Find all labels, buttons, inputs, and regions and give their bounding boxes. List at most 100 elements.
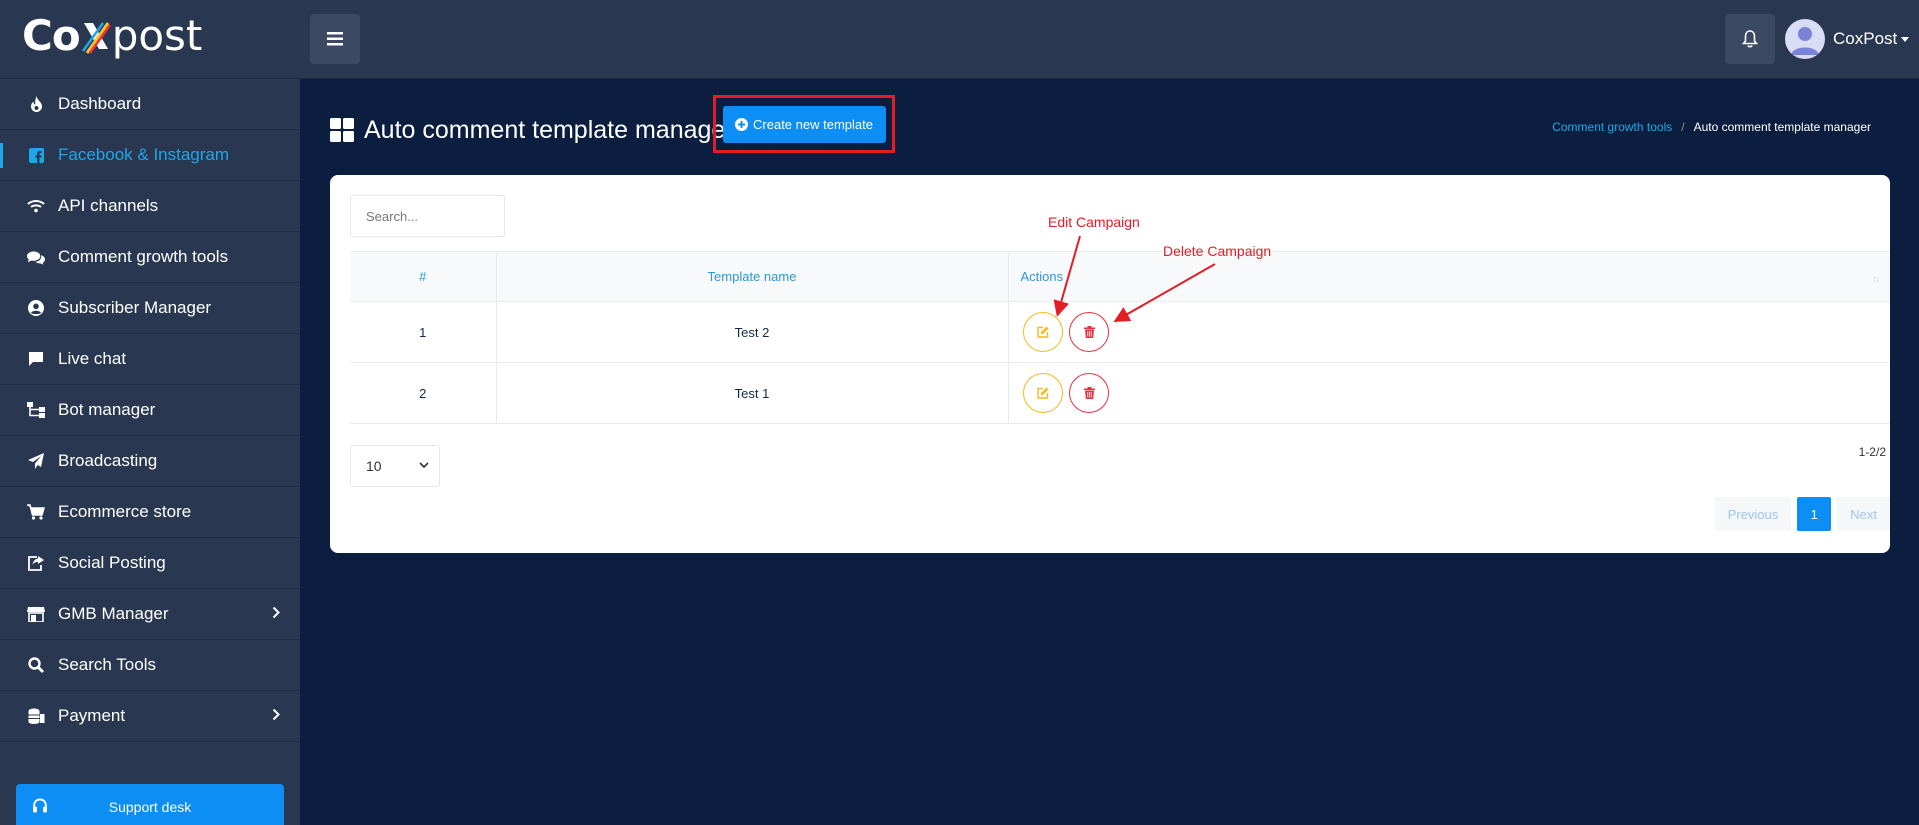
sidebar-item-facebook-instagram[interactable]: Facebook & Instagram [0, 130, 300, 181]
notifications-button[interactable] [1725, 14, 1775, 64]
annotation-edit-campaign: Edit Campaign [1048, 214, 1140, 230]
sidebar-item-label: Live chat [58, 349, 127, 368]
breadcrumb-link-comment-growth-tools[interactable]: Comment growth tools [1552, 120, 1672, 134]
chevron-right-icon [272, 606, 280, 619]
store-icon [27, 605, 45, 623]
sidebar-item-api-channels[interactable]: API channels [0, 181, 300, 232]
sidebar-item-ecommerce-store[interactable]: Ecommerce store [0, 487, 300, 538]
logo-text-left: Co [22, 10, 81, 60]
sidebar-item-subscriber-manager[interactable]: Subscriber Manager [0, 283, 300, 334]
sidebar-item-live-chat[interactable]: Live chat [0, 334, 300, 385]
edit-button[interactable] [1022, 312, 1063, 352]
column-header-index[interactable]: # [350, 251, 497, 302]
sidebar-item-payment[interactable]: Payment [0, 691, 300, 742]
hamburger-icon [327, 32, 343, 46]
sidebar-item-label: Social Posting [58, 553, 166, 572]
comments-icon [27, 248, 45, 266]
column-header-template-name[interactable]: Template name [496, 251, 1009, 302]
row-index: 2 [350, 362, 497, 424]
menu-toggle-button[interactable] [310, 14, 360, 64]
column-header-actions[interactable]: Actions ↑↓ [1008, 251, 1890, 302]
facebook-icon [27, 146, 45, 164]
templates-table: # Template name Actions ↑↓ 1 Test 2 2 Te… [350, 251, 1890, 424]
breadcrumb-separator: / [1681, 120, 1685, 134]
annotation-delete-campaign: Delete Campaign [1163, 243, 1272, 259]
sidebar-item-label: Payment [58, 706, 126, 725]
sidebar-item-broadcasting[interactable]: Broadcasting [0, 436, 300, 487]
sidebar-item-label: Broadcasting [58, 451, 158, 470]
avatar [1785, 19, 1825, 59]
sidebar-item-label: Bot manager [58, 400, 156, 419]
delete-button[interactable] [1069, 312, 1110, 352]
table-header-row: # Template name Actions ↑↓ [350, 251, 1890, 302]
sidebar-item-bot-manager[interactable]: Bot manager [0, 385, 300, 436]
search-input[interactable] [350, 195, 505, 237]
sort-icon: ↑↓ [1872, 274, 1880, 285]
coins-icon [27, 707, 45, 725]
bell-icon [1742, 30, 1758, 48]
chevron-right-icon [272, 708, 280, 721]
create-new-template-button[interactable]: Create new template [722, 105, 886, 143]
sidebar-item-label: Subscriber Manager [58, 298, 212, 317]
chevron-down-icon [419, 462, 429, 469]
sidebar-item-gmb-manager[interactable]: GMB Manager [0, 589, 300, 640]
pagination: Previous 1 Next [1714, 497, 1890, 531]
chat-icon [27, 350, 45, 368]
per-page-select[interactable]: 10 [350, 445, 440, 487]
trash-icon [1083, 326, 1095, 338]
sidebar-item-label: Comment growth tools [58, 247, 229, 266]
sitemap-icon [27, 401, 45, 419]
sidebar-item-label: Facebook & Instagram [58, 145, 230, 164]
results-range: 1-2/2 [1858, 445, 1886, 459]
row-template-name: Test 2 [496, 301, 1009, 363]
create-new-template-label: Create new template [753, 116, 873, 132]
page-header: Auto comment template manager [330, 110, 734, 150]
edit-icon [1036, 387, 1048, 399]
breadcrumb-current: Auto comment template manager [1693, 120, 1871, 134]
sidebar-item-label: Dashboard [58, 94, 142, 113]
share-square-icon [27, 554, 45, 572]
coxpost-logo[interactable]: Co post [22, 10, 202, 60]
logo-text-right: post [111, 10, 203, 60]
trash-icon [1083, 387, 1095, 399]
sidebar-item-social-posting[interactable]: Social Posting [0, 538, 300, 589]
support-desk-label: Support desk [108, 799, 192, 815]
plus-circle-icon [735, 117, 749, 131]
user-name: CoxPost [1833, 29, 1898, 48]
sidebar-item-label: API channels [58, 196, 159, 215]
pagination-previous[interactable]: Previous [1714, 497, 1792, 531]
caret-down-icon [1901, 36, 1910, 42]
edit-button[interactable] [1022, 373, 1063, 413]
cart-icon [27, 503, 45, 521]
sidebar: Dashboard Facebook & Instagram API chann… [0, 79, 300, 825]
sidebar-item-dashboard[interactable]: Dashboard [0, 79, 300, 130]
pagination-page-current[interactable]: 1 [1797, 497, 1832, 531]
logo-x-mark [81, 15, 111, 55]
sidebar-item-label: Search Tools [58, 655, 156, 674]
edit-icon [1036, 326, 1048, 338]
sidebar-item-label: Ecommerce store [58, 502, 192, 521]
wifi-icon [27, 197, 45, 215]
breadcrumb: Comment growth tools / Auto comment temp… [1552, 120, 1871, 134]
sidebar-item-label: GMB Manager [58, 604, 169, 623]
pagination-next[interactable]: Next [1837, 497, 1890, 531]
delete-button[interactable] [1069, 373, 1110, 413]
row-index: 1 [350, 301, 497, 363]
create-button-highlight: Create new template [713, 95, 895, 153]
grid-icon [330, 118, 354, 142]
page-title: Auto comment template manager [364, 115, 734, 144]
fire-icon [27, 95, 45, 113]
templates-card: # Template name Actions ↑↓ 1 Test 2 [330, 175, 1890, 553]
column-header-actions-label: Actions [1020, 269, 1064, 284]
search-icon [27, 656, 45, 674]
paper-plane-icon [27, 452, 45, 470]
support-desk-button[interactable]: Support desk [16, 784, 284, 825]
row-actions [1008, 362, 1890, 424]
sidebar-item-comment-growth-tools[interactable]: Comment growth tools [0, 232, 300, 283]
table-row: 1 Test 2 [350, 301, 1890, 363]
table-row: 2 Test 1 [350, 362, 1890, 424]
sidebar-item-search-tools[interactable]: Search Tools [0, 640, 300, 691]
row-template-name: Test 1 [496, 362, 1009, 424]
user-menu[interactable]: CoxPost [1785, 19, 1910, 59]
top-bar: Co post CoxPost [0, 0, 1919, 79]
